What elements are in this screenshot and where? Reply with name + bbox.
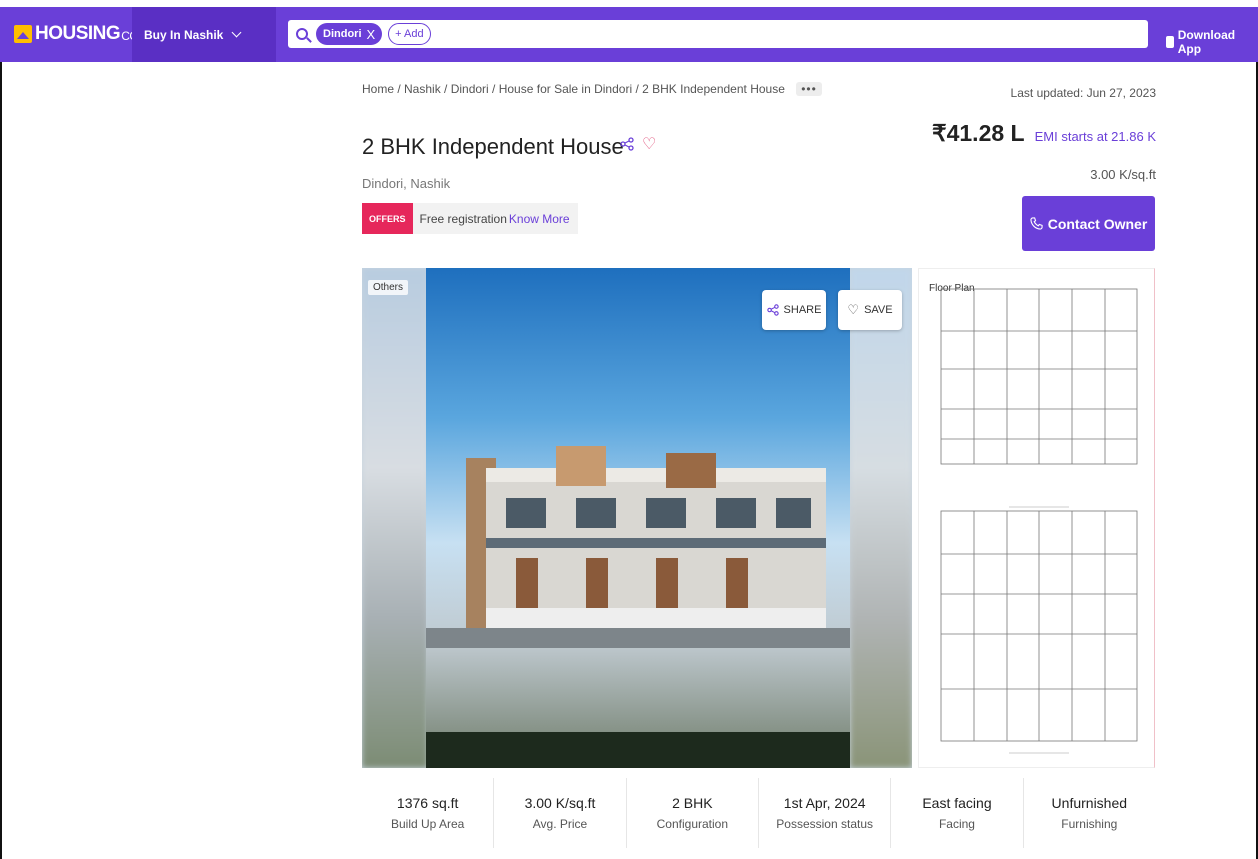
next-photo-preview[interactable] <box>850 268 912 768</box>
know-more-link[interactable]: Know More <box>509 212 570 226</box>
prev-photo-preview[interactable] <box>362 268 428 768</box>
contact-owner-button[interactable]: Contact Owner <box>1022 196 1155 251</box>
stat-label: Avg. Price <box>532 817 588 831</box>
stat-label: Configuration <box>656 817 729 831</box>
photo-gallery[interactable]: Others SHARE ♡ SAVE <box>362 268 912 768</box>
download-app-button[interactable]: Download App <box>1166 28 1258 56</box>
share-icon <box>766 304 779 316</box>
stat-label: Furnishing <box>1061 817 1118 831</box>
last-updated: Last updated: Jun 27, 2023 <box>1010 86 1156 100</box>
search-icon <box>296 28 308 40</box>
stat-value: 2 BHK <box>672 795 713 811</box>
logo-house-icon <box>14 25 32 43</box>
page-title: 2 BHK Independent House <box>362 134 624 159</box>
stat-value: 1st Apr, 2024 <box>783 795 866 811</box>
property-location: Dindori, Nashik <box>362 176 451 191</box>
offer-banner: OFFERS Free registration Know More <box>362 203 578 234</box>
stat-value: Unfurnished <box>1051 795 1128 811</box>
offer-badge: OFFERS <box>362 203 413 234</box>
stat-configuration: 2 BHK Configuration <box>627 778 759 848</box>
stat-furnishing: Unfurnished Furnishing <box>1024 778 1155 848</box>
stat-value: 3.00 K/sq.ft <box>524 795 596 811</box>
city-selector-button[interactable]: Buy In Nashik <box>132 7 276 62</box>
stat-label: Possession status <box>776 817 873 831</box>
phone-call-icon <box>1030 217 1043 230</box>
stat-value: East facing <box>922 795 992 811</box>
building-illustration <box>426 446 850 648</box>
download-app-label: Download App <box>1177 28 1236 56</box>
add-locality-button[interactable]: + Add <box>388 23 431 45</box>
logo-text: HOUSING <box>35 23 121 44</box>
locality-chip-label: Dindori <box>323 28 362 40</box>
gallery-share-label: SHARE <box>783 304 822 316</box>
property-photo[interactable] <box>426 268 850 768</box>
gallery-save-label: SAVE <box>864 304 893 316</box>
phone-icon <box>1166 36 1174 48</box>
header-top-strip <box>0 0 1258 7</box>
price-block: ₹41.28 L EMI starts at 21.86 K <box>932 120 1156 147</box>
breadcrumb-path[interactable]: Home / Nashik / Dindori / House for Sale… <box>362 82 785 96</box>
locality-chip[interactable]: Dindori X <box>316 23 383 45</box>
heart-icon[interactable]: ♡ <box>642 134 656 154</box>
stat-label: Build Up Area <box>390 817 465 831</box>
photo-watermark-strip <box>426 732 850 768</box>
close-icon[interactable]: X <box>367 27 376 42</box>
chevron-down-icon <box>231 27 242 38</box>
heart-icon: ♡ <box>847 302 860 317</box>
housing-logo[interactable]: HOUSING COM <box>14 23 148 45</box>
photo-category-tag: Others <box>368 280 409 295</box>
city-selector-label: Buy In Nashik <box>144 27 224 42</box>
floor-plan-panel[interactable]: Floor Plan <box>918 268 1155 768</box>
stat-value: 1376 sq.ft <box>396 795 459 811</box>
property-stats: 1376 sq.ft Build Up Area 3.00 K/sq.ft Av… <box>362 778 1155 848</box>
stat-possession-status: 1st Apr, 2024 Possession status <box>759 778 892 848</box>
floor-plan-drawing <box>940 288 1138 754</box>
emi-link[interactable]: EMI starts at 21.86 K <box>1035 129 1156 144</box>
contact-owner-label: Contact Owner <box>1047 215 1148 232</box>
gallery-save-button[interactable]: ♡ SAVE <box>838 290 902 330</box>
stat-label: Facing <box>938 817 975 831</box>
gallery-share-button[interactable]: SHARE <box>762 290 826 330</box>
search-bar[interactable]: Dindori X + Add <box>288 20 1148 48</box>
stat-avg-price: 3.00 K/sq.ft Avg. Price <box>494 778 627 848</box>
price-value: ₹41.28 L <box>931 120 1025 146</box>
share-icon[interactable] <box>620 137 634 155</box>
breadcrumb: Home / Nashik / Dindori / House for Sale… <box>362 82 822 96</box>
stat-facing: East facing Facing <box>891 778 1024 848</box>
stat-build-up-area: 1376 sq.ft Build Up Area <box>362 778 495 848</box>
price-per-sqft: 3.00 K/sq.ft <box>1090 167 1156 182</box>
offer-text: Free registration <box>419 211 507 226</box>
breadcrumb-more-button[interactable]: ••• <box>796 82 822 96</box>
top-nav: HOUSING COM Buy In Nashik Dindori X + Ad… <box>0 0 1258 62</box>
